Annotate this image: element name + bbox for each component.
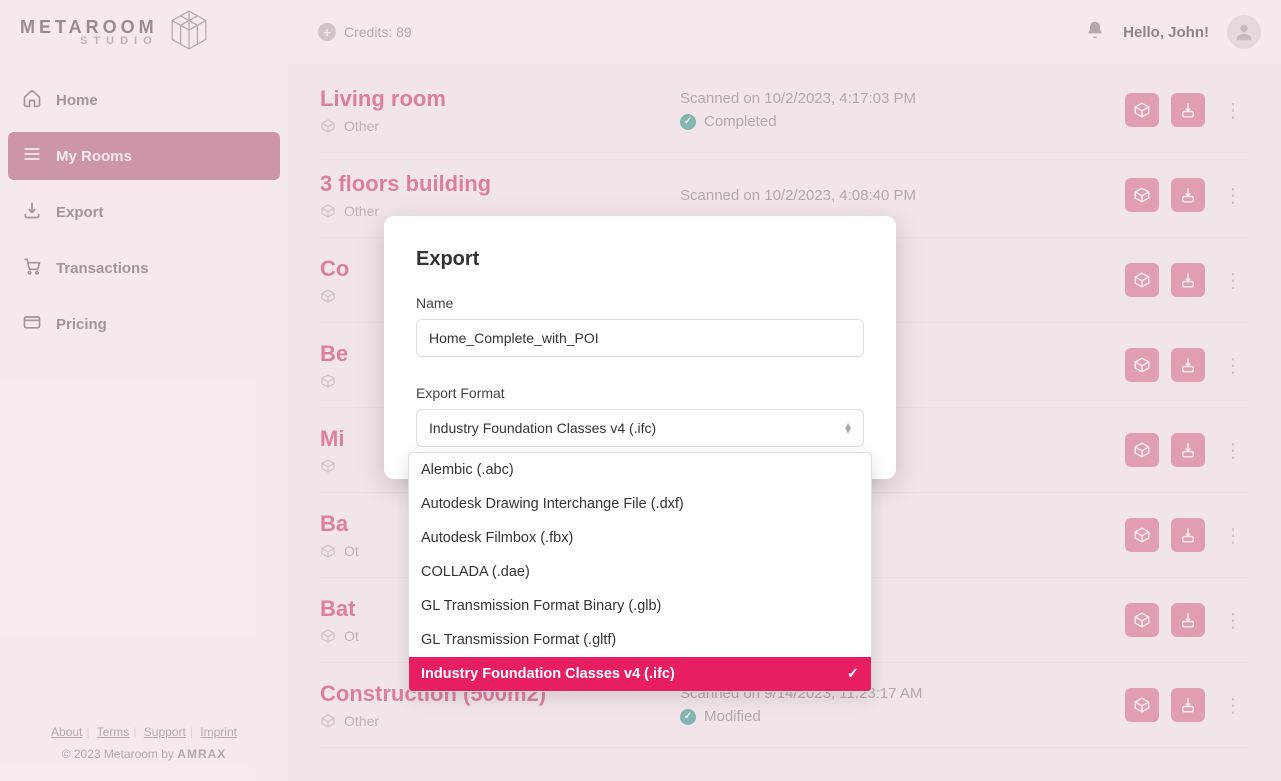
imprint-link[interactable]: Imprint: [200, 725, 237, 739]
view-3d-button[interactable]: [1125, 688, 1159, 722]
sidebar-footer: About| Terms| Support| Imprint © 2023 Me…: [8, 711, 280, 769]
format-option[interactable]: COLLADA (.dae)✓: [409, 555, 871, 589]
sidebar-item-label: Export: [56, 204, 104, 221]
format-option[interactable]: Industry Foundation Classes v4 (.ifc)✓: [409, 657, 871, 691]
add-credits-icon[interactable]: +: [318, 23, 336, 41]
view-3d-button[interactable]: [1125, 433, 1159, 467]
format-option[interactable]: Alembic (.abc)✓: [409, 453, 871, 487]
sidebar-item-pricing[interactable]: Pricing: [8, 300, 280, 348]
check-icon: ✓: [680, 709, 696, 725]
sidebar-item-label: My Rooms: [56, 148, 132, 165]
view-3d-button[interactable]: [1125, 178, 1159, 212]
credits-label: Credits: 89: [344, 24, 412, 40]
avatar[interactable]: [1227, 15, 1261, 49]
list-icon: [22, 144, 42, 168]
more-menu-button[interactable]: ⋮: [1217, 183, 1249, 208]
format-select[interactable]: Industry Foundation Classes v4 (.ifc) ▴▾: [416, 409, 864, 447]
topbar: METAROOM STUDIO + Credits: 89 Hello, Joh…: [0, 0, 1281, 64]
check-icon: ✓: [680, 114, 696, 130]
sidebar-item-my-rooms[interactable]: My Rooms: [8, 132, 280, 180]
more-menu-button[interactable]: ⋮: [1217, 693, 1249, 718]
copyright: © 2023 Metaroom by AMRAX: [14, 747, 274, 761]
export-button[interactable]: [1171, 263, 1205, 297]
more-menu-button[interactable]: ⋮: [1217, 523, 1249, 548]
view-3d-button[interactable]: [1125, 93, 1159, 127]
export-button[interactable]: [1171, 603, 1205, 637]
cart-icon: [22, 256, 42, 280]
export-button[interactable]: [1171, 178, 1205, 212]
sidebar-item-label: Pricing: [56, 316, 107, 333]
export-button[interactable]: [1171, 433, 1205, 467]
export-modal: Export Name Export Format Industry Found…: [384, 216, 896, 479]
sidebar: Home My Rooms Export Transactions Pricin…: [0, 64, 288, 781]
room-title[interactable]: Living room: [320, 86, 680, 112]
view-3d-button[interactable]: [1125, 263, 1159, 297]
name-label: Name: [416, 295, 864, 311]
format-selected-value: Industry Foundation Classes v4 (.ifc): [429, 420, 656, 436]
format-option[interactable]: GL Transmission Format Binary (.glb)✓: [409, 589, 871, 623]
chevron-updown-icon: ▴▾: [845, 423, 851, 433]
credits[interactable]: + Credits: 89: [318, 23, 412, 41]
room-type: Other: [320, 118, 680, 134]
room-status: ✓Completed: [680, 113, 1125, 130]
modal-title: Export: [416, 248, 864, 271]
room-type: Other: [320, 713, 680, 729]
view-3d-button[interactable]: [1125, 603, 1159, 637]
room-title[interactable]: 3 floors building: [320, 171, 680, 197]
home-icon: [22, 88, 42, 112]
format-option[interactable]: GL Transmission Format (.gltf)✓: [409, 623, 871, 657]
scanned-date: Scanned on 10/2/2023, 4:17:03 PM: [680, 90, 1125, 107]
export-button[interactable]: [1171, 93, 1205, 127]
sidebar-item-home[interactable]: Home: [8, 76, 280, 124]
more-menu-button[interactable]: ⋮: [1217, 98, 1249, 123]
about-link[interactable]: About: [51, 725, 82, 739]
logo-cube-icon: [168, 9, 210, 56]
sidebar-item-export[interactable]: Export: [8, 188, 280, 236]
more-menu-button[interactable]: ⋮: [1217, 608, 1249, 633]
view-3d-button[interactable]: [1125, 518, 1159, 552]
export-button[interactable]: [1171, 518, 1205, 552]
scanned-date: Scanned on 10/2/2023, 4:08:40 PM: [680, 187, 1125, 204]
export-name-input[interactable]: [416, 319, 864, 357]
sidebar-item-label: Transactions: [56, 260, 149, 277]
support-link[interactable]: Support: [144, 725, 186, 739]
card-icon: [22, 312, 42, 336]
bell-icon[interactable]: [1085, 20, 1105, 45]
more-menu-button[interactable]: ⋮: [1217, 438, 1249, 463]
more-menu-button[interactable]: ⋮: [1217, 353, 1249, 378]
sidebar-item-label: Home: [56, 92, 98, 109]
more-menu-button[interactable]: ⋮: [1217, 268, 1249, 293]
check-icon: ✓: [847, 666, 859, 682]
view-3d-button[interactable]: [1125, 348, 1159, 382]
format-label: Export Format: [416, 385, 864, 401]
export-button[interactable]: [1171, 348, 1205, 382]
format-option[interactable]: Autodesk Drawing Interchange File (.dxf)…: [409, 487, 871, 521]
format-option[interactable]: Autodesk Filmbox (.fbx)✓: [409, 521, 871, 555]
brand-sub: STUDIO: [80, 36, 158, 47]
brand-name: METAROOM: [20, 18, 158, 36]
room-row: Living room Other Scanned on 10/2/2023, …: [320, 86, 1249, 153]
brand: METAROOM STUDIO: [20, 9, 288, 56]
terms-link[interactable]: Terms: [97, 725, 130, 739]
sidebar-item-transactions[interactable]: Transactions: [8, 244, 280, 292]
format-dropdown: Alembic (.abc)✓Autodesk Drawing Intercha…: [408, 452, 872, 692]
room-status: ✓Modified: [680, 708, 1125, 725]
export-button[interactable]: [1171, 688, 1205, 722]
download-icon: [22, 200, 42, 224]
greeting: Hello, John!: [1123, 24, 1209, 41]
